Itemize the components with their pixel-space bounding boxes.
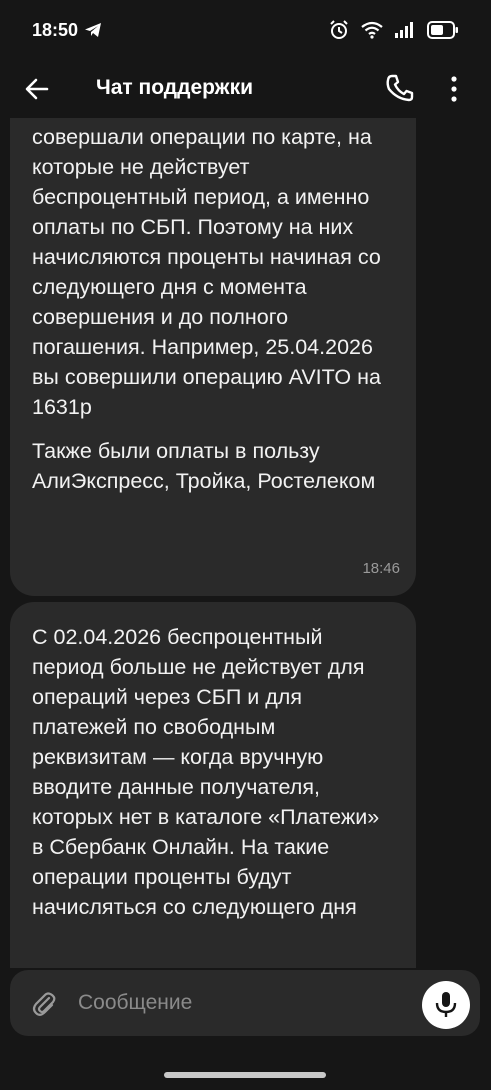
alarm-icon xyxy=(329,20,349,40)
message-text: совершали операции по карте, на которые … xyxy=(32,125,381,419)
call-button[interactable] xyxy=(384,72,416,104)
back-button[interactable] xyxy=(22,74,52,104)
message-placeholder: Сообщение xyxy=(78,991,193,1014)
status-left: 18:50 xyxy=(32,20,102,41)
message-text: С 02.04.2026 беспроцентный период больше… xyxy=(32,625,380,919)
composer: Сообщение xyxy=(0,968,491,1090)
chat-messages[interactable]: совершали операции по карте, на которые … xyxy=(0,118,491,968)
battery-icon xyxy=(427,21,459,39)
status-right xyxy=(329,20,459,40)
message-input[interactable]: Сообщение xyxy=(10,970,480,1036)
voice-message-button[interactable] xyxy=(422,981,470,1029)
message-time: 18:46 xyxy=(362,560,400,577)
status-time: 18:50 xyxy=(32,19,79,40)
message-text: Также были оплаты в пользу АлиЭкспресс, … xyxy=(32,439,376,493)
mic-icon xyxy=(435,992,457,1017)
more-options-button[interactable] xyxy=(444,74,464,104)
attach-icon[interactable] xyxy=(30,990,58,1018)
message-bubble: С 02.04.2026 беспроцентный период больше… xyxy=(10,602,416,968)
status-bar: 18:50 xyxy=(0,0,491,60)
home-indicator[interactable] xyxy=(164,1072,326,1078)
more-vert-icon xyxy=(451,76,457,102)
app-bar: Чат поддержки xyxy=(0,60,491,118)
back-arrow-icon xyxy=(25,78,49,100)
phone-icon xyxy=(386,74,414,102)
wifi-icon xyxy=(361,21,383,39)
message-bubble: совершали операции по карте, на которые … xyxy=(10,118,416,596)
page-title: Чат поддержки xyxy=(96,76,253,99)
signal-icon xyxy=(395,22,415,38)
telegram-icon xyxy=(84,22,102,38)
